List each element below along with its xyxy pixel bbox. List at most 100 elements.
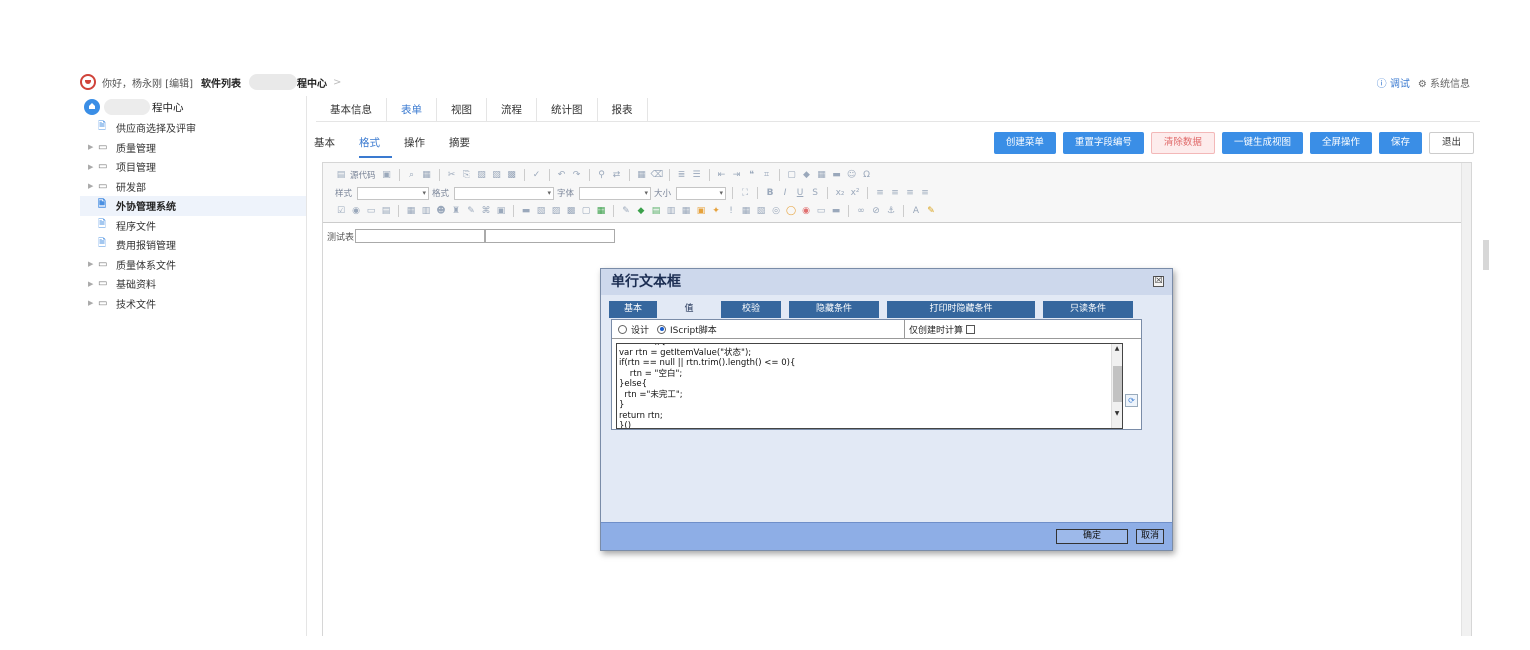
- qrcode-icon[interactable]: ▦: [740, 205, 752, 217]
- dialog-tab-value[interactable]: 值: [665, 301, 713, 318]
- link-icon[interactable]: ∞: [855, 205, 867, 217]
- test-field-input-2[interactable]: [485, 229, 616, 243]
- replace-icon[interactable]: ⇄: [611, 169, 623, 181]
- suggest-field-icon[interactable]: ▦: [595, 205, 607, 217]
- date-field-icon[interactable]: ▥: [420, 205, 432, 217]
- breadcrumb-software-list[interactable]: 软件列表: [201, 75, 241, 90]
- bullet-list-icon[interactable]: ☰: [691, 169, 703, 181]
- barcode-icon[interactable]: ▦: [680, 205, 692, 217]
- chevron-right-icon[interactable]: ▶: [88, 163, 98, 171]
- subtab-basic[interactable]: 基本: [314, 136, 347, 158]
- flash-icon[interactable]: ◆: [801, 169, 813, 181]
- sidebar-item[interactable]: 🗎 费用报销管理: [80, 235, 306, 255]
- text-color-icon[interactable]: A: [910, 205, 922, 217]
- blockquote-icon[interactable]: ❝: [746, 169, 758, 181]
- indent-icon[interactable]: ⇥: [731, 169, 743, 181]
- chevron-right-icon[interactable]: ▶: [88, 260, 98, 268]
- tree-field-icon[interactable]: ⌘: [480, 205, 492, 217]
- source-code-icon[interactable]: ▤: [335, 169, 347, 181]
- subtab-format[interactable]: 格式: [359, 136, 392, 158]
- exit-button[interactable]: 退出: [1428, 132, 1474, 154]
- sidebar-item[interactable]: ▶ ▭ 项目管理: [80, 157, 306, 177]
- chevron-right-icon[interactable]: ▶: [88, 299, 98, 307]
- sidebar-item[interactable]: 🗎 程序文件: [80, 216, 306, 236]
- scroll-up-icon[interactable]: ▲: [1112, 344, 1122, 353]
- system-info-link[interactable]: ⚙ 系统信息: [1418, 75, 1470, 90]
- chevron-right-icon[interactable]: ▶: [88, 280, 98, 288]
- editor-scrollbar[interactable]: [1461, 163, 1471, 636]
- tab-flow[interactable]: 流程: [487, 98, 537, 122]
- sidebar-root[interactable]: 程中心: [80, 96, 306, 118]
- image-field-icon[interactable]: ▢: [580, 205, 592, 217]
- dialog-tab-basic[interactable]: 基本: [609, 301, 657, 318]
- style-select[interactable]: ▾: [357, 186, 430, 200]
- upload-field-icon[interactable]: ▩: [565, 205, 577, 217]
- sidebar-item[interactable]: ▶ ▭ 质量管理: [80, 138, 306, 158]
- align-right-icon[interactable]: ≡: [904, 187, 916, 199]
- bg-color-icon[interactable]: ✎: [925, 205, 937, 217]
- dialog-tab-validation[interactable]: 校验: [721, 301, 781, 318]
- size-select[interactable]: ▾: [676, 186, 727, 200]
- pen-icon[interactable]: ✎: [620, 205, 632, 217]
- sidebar-item[interactable]: ▶ ▭ 基础资料: [80, 274, 306, 294]
- dialog-tab-hide-condition[interactable]: 隐藏条件: [789, 301, 879, 318]
- attachment-icon[interactable]: ✎: [465, 205, 477, 217]
- expand-editor-icon[interactable]: ⟳: [1125, 394, 1138, 407]
- div-icon[interactable]: ⌗: [761, 169, 773, 181]
- script-textarea[interactable]: function(){var rtn = getItemValue("状态");…: [616, 343, 1123, 429]
- text-input-icon[interactable]: ▭: [815, 205, 827, 217]
- greeting-text[interactable]: 你好，杨永刚 [编辑]: [102, 75, 193, 90]
- align-center-icon[interactable]: ≡: [889, 187, 901, 199]
- generate-view-button[interactable]: 一键生成视图: [1221, 132, 1303, 154]
- close-icon[interactable]: ☒: [1153, 276, 1164, 287]
- remove-format-icon[interactable]: ⌫: [651, 169, 664, 181]
- smiley-icon[interactable]: ☺: [846, 169, 858, 181]
- save-doc-icon[interactable]: ▣: [381, 169, 393, 181]
- collapse-handle[interactable]: [1483, 240, 1489, 270]
- tab-report[interactable]: 报表: [598, 98, 648, 122]
- font-select[interactable]: ▾: [579, 186, 652, 200]
- dept-field-icon[interactable]: ♜: [450, 205, 462, 217]
- signature-icon[interactable]: !: [725, 205, 737, 217]
- undo-icon[interactable]: ↶: [556, 169, 568, 181]
- circle-icon[interactable]: ◯: [785, 205, 797, 217]
- subtab-summary[interactable]: 摘要: [449, 136, 482, 158]
- underline-icon[interactable]: U: [794, 187, 806, 199]
- redo-icon[interactable]: ↷: [571, 169, 583, 181]
- align-justify-icon[interactable]: ≡: [919, 187, 931, 199]
- tab-form[interactable]: 表单: [387, 98, 437, 122]
- confirm-button[interactable]: 确定: [1056, 529, 1128, 544]
- report-icon[interactable]: ▧: [755, 205, 767, 217]
- source-code-label[interactable]: 源代码: [350, 169, 376, 181]
- history-icon[interactable]: ▤: [650, 205, 662, 217]
- include-field-icon[interactable]: ▧: [535, 205, 547, 217]
- tab-statistics[interactable]: 统计图: [537, 98, 598, 122]
- scroll-thumb[interactable]: [1113, 366, 1122, 402]
- anchor-icon[interactable]: ⚓: [885, 205, 897, 217]
- paste-text-icon[interactable]: ▧: [491, 169, 503, 181]
- tab-field-icon[interactable]: ▨: [550, 205, 562, 217]
- copy-icon[interactable]: ⎘: [461, 169, 473, 181]
- test-field-input-1[interactable]: [355, 229, 486, 243]
- textarea-icon[interactable]: ▤: [380, 205, 392, 217]
- dialog-tab-readonly-condition[interactable]: 只读条件: [1043, 301, 1133, 318]
- save-button[interactable]: 保存: [1378, 132, 1422, 154]
- create-menu-button[interactable]: 创建菜单: [993, 132, 1056, 154]
- format-select[interactable]: ▾: [454, 186, 555, 200]
- superscript-icon[interactable]: x²: [849, 187, 861, 199]
- outdent-icon[interactable]: ⇤: [716, 169, 728, 181]
- sidebar-item[interactable]: ▶ ▭ 技术文件: [80, 294, 306, 314]
- design-radio[interactable]: [618, 324, 627, 334]
- line-icon[interactable]: ▬: [830, 205, 842, 217]
- flow-icon[interactable]: ◆: [635, 205, 647, 217]
- button-field-icon[interactable]: ▬: [520, 205, 532, 217]
- maximize-icon[interactable]: ⛶: [739, 187, 751, 199]
- strike-icon[interactable]: S: [809, 187, 821, 199]
- textfield-icon[interactable]: ▭: [365, 205, 377, 217]
- iscript-radio[interactable]: [657, 324, 667, 334]
- chevron-right-icon[interactable]: ▶: [88, 182, 98, 190]
- calc-on-create-checkbox[interactable]: [966, 324, 976, 334]
- tab-basic-info[interactable]: 基本信息: [316, 98, 387, 122]
- view-field-icon[interactable]: ▣: [495, 205, 507, 217]
- tab-view[interactable]: 视图: [437, 98, 487, 122]
